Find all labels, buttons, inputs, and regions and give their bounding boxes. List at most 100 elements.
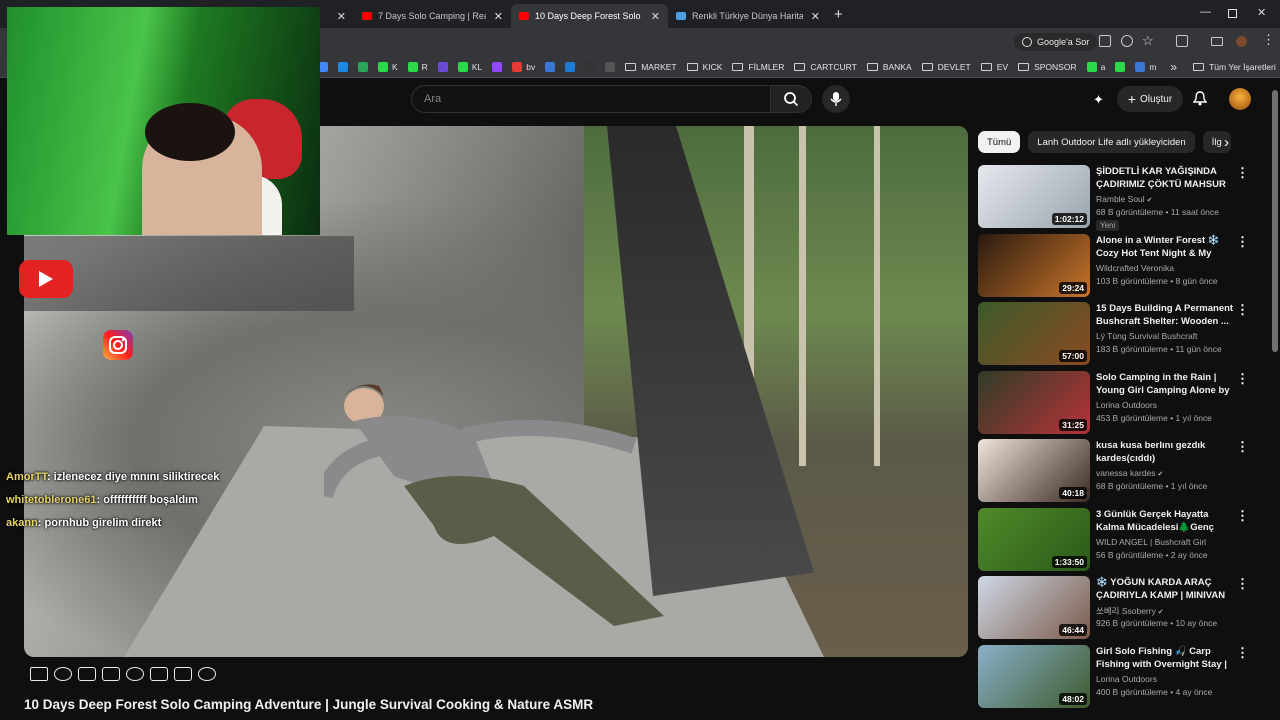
- audio-wave-icon[interactable]: [54, 667, 72, 681]
- recommendation-item[interactable]: 31:25 Solo Camping in the Rain | Young Gi…: [978, 370, 1249, 435]
- channel-name[interactable]: Lý Tùng Survival Bushcraft: [1096, 331, 1197, 341]
- sparkle-icon[interactable]: ✦: [1093, 92, 1104, 108]
- more-options-icon[interactable]: ⋮: [1236, 234, 1249, 250]
- speed-gauge-icon[interactable]: [126, 667, 144, 681]
- bookmark-item[interactable]: bv: [512, 61, 535, 72]
- recommendation-title[interactable]: ŞİDDETLİ KAR YAĞIŞINDA ÇADIRIMIZ ÇÖKTÜ M…: [1096, 165, 1234, 191]
- recommendation-item[interactable]: 46:44 ❄️ YOĞUN KARDA ARAÇ ÇADIRIYLA KAMP …: [978, 576, 1249, 640]
- tab-close-icon[interactable]: ✕: [337, 10, 346, 23]
- channel-name[interactable]: Lorina Outdoors: [1096, 400, 1157, 410]
- settings-gear-icon[interactable]: [198, 667, 216, 681]
- loop-icon[interactable]: [30, 667, 48, 681]
- recommendation-item[interactable]: 1:33:50 3 Günlük Gerçek Hayatta Kalma Müc…: [978, 507, 1249, 572]
- bookmark-item[interactable]: [605, 61, 619, 72]
- channel-name[interactable]: Ramble Soul ✔: [1096, 194, 1152, 204]
- bookmark-item[interactable]: KL: [457, 61, 482, 72]
- bookmark-item[interactable]: [437, 61, 452, 72]
- clapper-icon[interactable]: [78, 667, 96, 681]
- recommendation-title[interactable]: Solo Camping in the Rain | Young Girl Ca…: [1096, 371, 1234, 397]
- bookmark-item[interactable]: FİLMLER: [732, 62, 784, 72]
- close-window-icon[interactable]: ✕: [1257, 6, 1266, 19]
- add-screen-icon[interactable]: [150, 667, 168, 681]
- channel-name[interactable]: Wildcrafted Veronika: [1096, 263, 1174, 273]
- voice-search-button[interactable]: [822, 85, 850, 113]
- video-thumbnail[interactable]: 57:00: [978, 302, 1090, 365]
- bookmark-item[interactable]: MARKET: [625, 62, 677, 72]
- more-options-icon[interactable]: ⋮: [1236, 302, 1249, 318]
- bookmark-item[interactable]: KICK: [686, 62, 722, 72]
- recommendation-item[interactable]: 29:24 Alone in a Winter Forest ❄️ Cozy Ho…: [978, 233, 1249, 298]
- bookmark-item[interactable]: [545, 61, 559, 72]
- recommendation-title[interactable]: ❄️ YOĞUN KARDA ARAÇ ÇADIRIYLA KAMP | MIN…: [1096, 576, 1234, 602]
- create-button[interactable]: + Oluştur: [1117, 86, 1183, 112]
- tab-close-icon[interactable]: ✕: [494, 10, 503, 23]
- bookmark-item[interactable]: m: [1135, 61, 1156, 72]
- channel-name[interactable]: WILD ANGEL | Bushcraft Girl: [1096, 537, 1206, 547]
- recommendation-title[interactable]: Girl Solo Fishing 🎣 Carp Fishing with Ov…: [1096, 645, 1234, 671]
- recommendation-title[interactable]: 15 Days Building A Permanent Bushcraft S…: [1096, 302, 1234, 328]
- page-scrollbar[interactable]: [1272, 90, 1278, 352]
- recommendation-item[interactable]: 40:18 kusa kusa berlını gezdık kardes(cıd…: [978, 439, 1249, 503]
- search-button[interactable]: [770, 85, 812, 113]
- browser-tab[interactable]: Renkli Türkiye Dünya Haritası Sı ✕: [668, 4, 828, 28]
- tracking-protection-icon[interactable]: [1121, 35, 1133, 47]
- channel-name[interactable]: Lorina Outdoors: [1096, 674, 1157, 684]
- maximize-icon[interactable]: [1228, 9, 1237, 18]
- bookmark-item[interactable]: [318, 61, 332, 72]
- account-avatar[interactable]: [1229, 88, 1251, 110]
- bookmark-item[interactable]: K: [378, 61, 398, 72]
- video-thumbnail[interactable]: 40:18: [978, 439, 1090, 502]
- bookmark-item[interactable]: SPONSOR: [1018, 62, 1077, 72]
- bookmarks-overflow-icon[interactable]: »: [1170, 60, 1177, 74]
- more-options-icon[interactable]: ⋮: [1236, 371, 1249, 387]
- notifications-bell-icon[interactable]: [1193, 91, 1207, 106]
- search-input[interactable]: Ara: [411, 85, 771, 113]
- bookmark-item[interactable]: EV: [980, 62, 1008, 72]
- recommendation-title[interactable]: kusa kusa berlını gezdık kardes(cıddı): [1096, 439, 1234, 465]
- extensions-icon[interactable]: [1176, 35, 1188, 47]
- browser-menu-icon[interactable]: ⋮: [1262, 32, 1275, 48]
- media-controls-icon[interactable]: [1211, 37, 1223, 46]
- recommendation-item[interactable]: 1:02:12 ŞİDDETLİ KAR YAĞIŞINDA ÇADIRIMIZ …: [978, 165, 1249, 231]
- google-ask-button[interactable]: Google'a Sor: [1014, 33, 1098, 51]
- browser-tab[interactable]: 7 Days Solo Camping | Real Exp ✕: [354, 4, 511, 28]
- bookmark-item[interactable]: DEVLET: [921, 62, 971, 72]
- channel-name[interactable]: 쏘베리 Ssoberry ✔: [1096, 605, 1164, 617]
- bookmark-item[interactable]: CARTCURT: [794, 62, 857, 72]
- video-thumbnail[interactable]: 31:25: [978, 370, 1090, 434]
- bookmark-item[interactable]: [492, 61, 506, 72]
- video-thumbnail[interactable]: 1:33:50: [978, 507, 1090, 571]
- more-options-icon[interactable]: ⋮: [1236, 576, 1249, 592]
- install-app-icon[interactable]: [1099, 35, 1111, 47]
- bookmark-item[interactable]: [338, 61, 352, 72]
- bookmark-item[interactable]: BANKA: [866, 62, 912, 72]
- cinema-mode-icon[interactable]: [102, 667, 120, 681]
- bookmark-item[interactable]: [1115, 61, 1129, 72]
- recommendation-item[interactable]: 48:02 Girl Solo Fishing 🎣 Carp Fishing wi…: [978, 644, 1249, 709]
- video-thumbnail[interactable]: 29:24: [978, 233, 1090, 297]
- more-options-icon[interactable]: ⋮: [1236, 645, 1249, 661]
- video-thumbnail[interactable]: 1:02:12: [978, 165, 1090, 228]
- camera-screenshot-icon[interactable]: [174, 667, 192, 681]
- tab-close-icon[interactable]: ✕: [651, 10, 660, 23]
- recommendation-title[interactable]: 3 Günlük Gerçek Hayatta Kalma Mücadelesi…: [1096, 508, 1234, 534]
- minimize-icon[interactable]: —: [1200, 6, 1211, 18]
- channel-name[interactable]: vanessa kardes ✔: [1096, 468, 1163, 478]
- chevron-right-icon[interactable]: ›: [1224, 134, 1229, 151]
- chip-all[interactable]: Tümü: [978, 131, 1021, 153]
- chip-uploader[interactable]: Lanh Outdoor Life adlı yükleyiciden: [1028, 131, 1195, 153]
- bookmark-item[interactable]: [585, 61, 599, 72]
- new-tab-button[interactable]: +: [834, 6, 843, 23]
- browser-tab[interactable]: ✕: [320, 4, 354, 28]
- all-bookmarks-folder[interactable]: Tüm Yer İşaretleri: [1193, 62, 1276, 72]
- browser-tab[interactable]: 10 Days Deep Forest Solo Camp ✕: [511, 4, 668, 28]
- recommendation-item[interactable]: 57:00 15 Days Building A Permanent Bushcr…: [978, 302, 1249, 366]
- tab-close-icon[interactable]: ✕: [811, 10, 820, 23]
- bookmark-star-icon[interactable]: ☆: [1142, 33, 1154, 49]
- bookmark-item[interactable]: [565, 61, 579, 72]
- more-options-icon[interactable]: ⋮: [1236, 508, 1249, 524]
- more-options-icon[interactable]: ⋮: [1236, 439, 1249, 455]
- recommendation-title[interactable]: Alone in a Winter Forest ❄️ Cozy Hot Ten…: [1096, 234, 1234, 260]
- video-thumbnail[interactable]: 48:02: [978, 644, 1090, 708]
- bookmark-item[interactable]: [358, 61, 372, 72]
